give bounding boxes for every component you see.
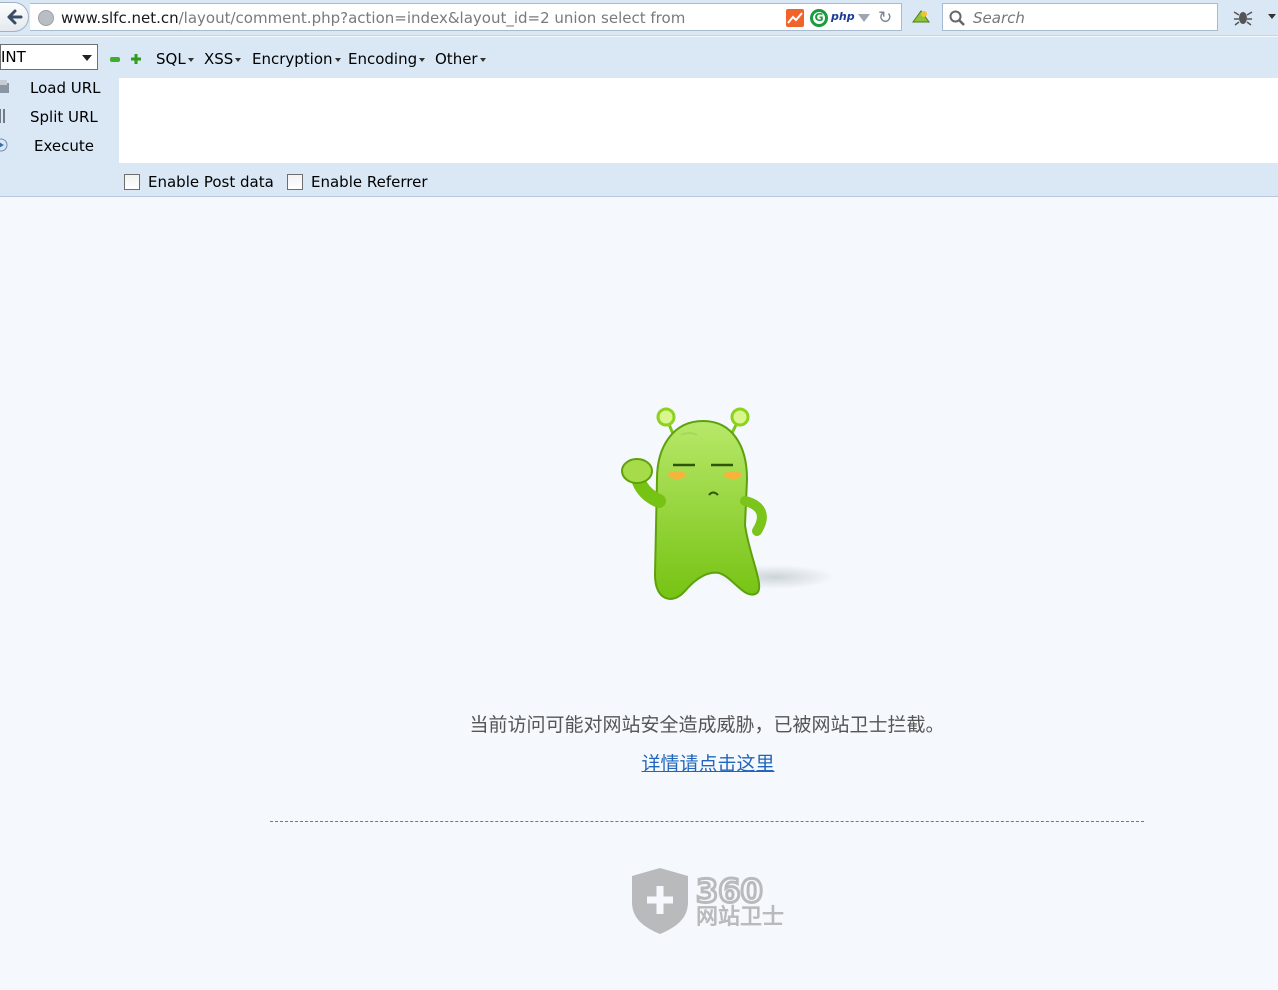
type-select-value: INT	[1, 48, 26, 66]
url-bar[interactable]: www.slfc.net.cn/layout/comment.php?actio…	[30, 3, 902, 31]
url-text[interactable]: www.slfc.net.cn/layout/comment.php?actio…	[61, 9, 685, 27]
caret-icon	[479, 57, 486, 62]
addon-icon[interactable]	[911, 8, 931, 26]
execute-button[interactable]: Execute	[0, 134, 116, 160]
caret-icon	[419, 57, 426, 62]
enable-referrer-checkbox[interactable]: Enable Referrer	[287, 173, 427, 191]
block-message: 当前访问可能对网站安全造成威胁，已被网站卫士拦截。	[469, 714, 945, 736]
search-bar[interactable]: Search	[942, 3, 1218, 31]
checkbox-box[interactable]	[287, 174, 303, 190]
search-icon	[949, 10, 965, 30]
360-website-guard-logo: 360 网站卫士	[632, 868, 784, 934]
g-icon[interactable]: G	[810, 9, 828, 27]
search-input[interactable]: Search	[973, 9, 1025, 27]
php-icon[interactable]: php	[831, 10, 855, 28]
url-textarea[interactable]	[119, 78, 1278, 163]
globe-icon	[38, 10, 54, 26]
back-arrow-icon	[7, 9, 23, 25]
caret-icon	[235, 57, 242, 62]
menu-xss[interactable]: XSS	[204, 50, 242, 68]
hackbar-toolbar: INT SQL XSS Encryption Encoding Other Lo…	[0, 37, 1278, 197]
menu-icon[interactable]	[1268, 14, 1276, 19]
caret-icon	[187, 57, 194, 62]
reload-icon[interactable]: ↻	[878, 8, 892, 28]
load-url-button[interactable]: Load URL	[0, 76, 116, 102]
bug-icon[interactable]	[1232, 7, 1254, 27]
enable-post-data-checkbox[interactable]: Enable Post data	[124, 173, 274, 191]
alien-mascot-illustration	[621, 407, 835, 600]
type-select[interactable]: INT	[0, 44, 98, 70]
caret-icon	[334, 57, 341, 62]
execute-icon	[0, 138, 8, 152]
chart-icon[interactable]	[786, 9, 804, 27]
menu-other[interactable]: Other	[435, 50, 486, 68]
menu-sql[interactable]: SQL	[156, 50, 194, 68]
logo-text: 网站卫士	[696, 905, 784, 930]
load-url-icon	[0, 80, 9, 93]
back-button[interactable]	[0, 2, 29, 32]
minus-icon[interactable]	[110, 57, 120, 62]
split-url-button[interactable]: Split URL	[0, 105, 116, 131]
browser-navbar: www.slfc.net.cn/layout/comment.php?actio…	[0, 0, 1278, 36]
chevron-down-icon	[82, 55, 92, 61]
dropdown-icon[interactable]	[858, 14, 870, 22]
menu-encryption[interactable]: Encryption	[252, 50, 341, 68]
plus-icon[interactable]	[130, 53, 142, 65]
divider	[270, 821, 1144, 822]
details-link[interactable]: 详情请点击这里	[0, 749, 1278, 776]
split-url-icon	[0, 109, 5, 123]
checkbox-box[interactable]	[124, 174, 140, 190]
menu-encoding[interactable]: Encoding	[348, 50, 426, 68]
